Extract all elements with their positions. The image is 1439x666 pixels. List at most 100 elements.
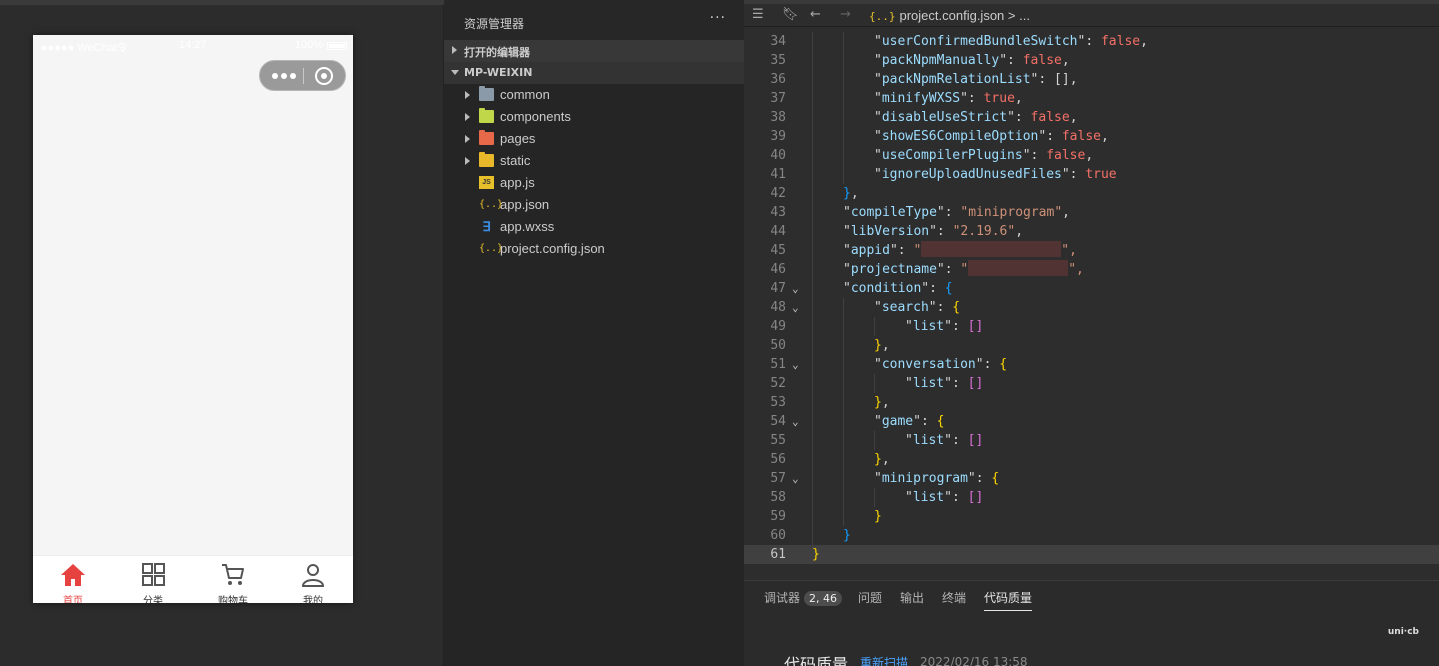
code-line[interactable]: 49 "list": []: [744, 317, 1439, 336]
tree-item-app-json[interactable]: {..} app.json: [444, 194, 744, 216]
line-end: ,: [1140, 34, 1148, 49]
code-line[interactable]: 47 ⌄ "condition": {: [744, 279, 1439, 298]
list-icon[interactable]: ☰: [752, 7, 764, 22]
tree-item-app-wxss[interactable]: ∃ app.wxss: [444, 216, 744, 238]
code-line[interactable]: 46 "projectname": " ",: [744, 260, 1439, 279]
tree-item-static[interactable]: static: [444, 150, 744, 172]
panel-tabs: 调试器 2, 46 问题 输出 终端 代码质量: [744, 581, 1439, 611]
indent-guide: [843, 393, 844, 412]
close-brace: }: [874, 509, 882, 524]
code-line[interactable]: 51 ⌄ "conversation": {: [744, 355, 1439, 374]
phone-statusbar: ●●●●● WeChat令 14:27 100%: [33, 35, 353, 57]
open-editors-section[interactable]: 打开的编辑器: [444, 40, 744, 62]
tab-debugger[interactable]: 调试器 2, 46: [764, 589, 843, 606]
quote: ": [905, 376, 913, 391]
back-arrow-icon[interactable]: ←: [810, 7, 821, 22]
code-line[interactable]: 58 "list": []: [744, 488, 1439, 507]
quote: ": [874, 34, 882, 49]
chevron-right-icon: [465, 157, 470, 165]
project-section[interactable]: MP-WEIXIN: [444, 62, 744, 84]
line-number: 48: [770, 300, 786, 315]
quote: ": [874, 471, 882, 486]
code-line[interactable]: 43 "compileType": "miniprogram",: [744, 203, 1439, 222]
code-line[interactable]: 44 "libVersion": "2.19.6",: [744, 222, 1439, 241]
breadcrumb[interactable]: {..} project.config.json > ...: [869, 8, 1030, 23]
indent-guide: [812, 317, 813, 336]
code-line[interactable]: 40 "useCompilerPlugins": false,: [744, 146, 1439, 165]
folder-icon: [479, 86, 494, 101]
close-brace: }: [843, 528, 851, 543]
tree-item-project-config-json[interactable]: {..} project.config.json: [444, 238, 744, 260]
code-line[interactable]: 42},: [744, 184, 1439, 203]
tree-item-components[interactable]: components: [444, 106, 744, 128]
quote: ": [843, 262, 851, 277]
code-line[interactable]: 57 ⌄ "miniprogram": {: [744, 469, 1439, 488]
tab-category-label: 分类: [143, 596, 163, 603]
tree-item-label: app.json: [500, 197, 550, 212]
tab-code-quality[interactable]: 代码质量: [984, 589, 1033, 611]
code-line[interactable]: 39 "showES6CompileOption": false,: [744, 127, 1439, 146]
line-number: 54: [770, 414, 786, 429]
code-line[interactable]: 37 "minifyWXSS": true,: [744, 89, 1439, 108]
code-line[interactable]: 56},: [744, 450, 1439, 469]
tab-profile[interactable]: 我的: [273, 556, 353, 603]
phone-screen[interactable]: ●●●●● WeChat令 14:27 100% 首页 分类 购物车 我的: [33, 35, 353, 603]
code-line[interactable]: 34 "userConfirmedBundleSwitch": false,: [744, 32, 1439, 51]
code-content: "appid": " ",: [843, 241, 1077, 260]
line-end: ",: [1061, 243, 1077, 258]
battery-icon: [327, 42, 347, 50]
code-line[interactable]: 61}: [744, 545, 1439, 564]
folder-icon: [479, 152, 494, 167]
code-area[interactable]: 34 "userConfirmedBundleSwitch": false, 35 "…: [744, 28, 1439, 580]
code-line[interactable]: 38 "disableUseStrict": false,: [744, 108, 1439, 127]
code-line[interactable]: 48 ⌄ "search": {: [744, 298, 1439, 317]
tab-terminal[interactable]: 终端: [942, 589, 966, 606]
code-line[interactable]: 53},: [744, 393, 1439, 412]
tree-item-label: components: [500, 109, 571, 124]
more-actions-icon[interactable]: ···: [710, 10, 726, 26]
line-end: ,: [881, 338, 890, 353]
code-line[interactable]: 55 "list": []: [744, 431, 1439, 450]
code-line[interactable]: 50},: [744, 336, 1439, 355]
tabbar: 首页 分类 购物车 我的: [33, 555, 353, 603]
bookmark-icon[interactable]: 🔖︎: [782, 7, 799, 22]
tab-home[interactable]: 首页: [33, 556, 113, 603]
line-number: 35: [770, 53, 786, 68]
code-content: }: [874, 507, 882, 526]
tab-cart[interactable]: 购物车: [193, 556, 273, 603]
indent-guide: [812, 108, 813, 127]
colon: ":: [936, 205, 961, 220]
code-line[interactable]: 35 "packNpmManually": false,: [744, 51, 1439, 70]
json-value: "2.19.6": [952, 224, 1016, 239]
forward-arrow-icon[interactable]: →: [840, 7, 851, 22]
indent-guide: [812, 393, 813, 412]
json-value: ": [913, 243, 922, 258]
code-line[interactable]: 60}: [744, 526, 1439, 545]
code-content: "useCompilerPlugins": false,: [874, 146, 1093, 165]
indent-guide: [812, 374, 813, 393]
tab-category[interactable]: 分类: [113, 556, 193, 603]
simulator-toolbar: [0, 0, 444, 5]
json-key: minifyWXSS: [881, 91, 961, 106]
code-line[interactable]: 59}: [744, 507, 1439, 526]
tab-problems[interactable]: 问题: [858, 589, 882, 606]
code-line[interactable]: 45 "appid": " ",: [744, 241, 1439, 260]
more-icon[interactable]: [272, 69, 296, 83]
code-line[interactable]: 41 "ignoreUploadUnusedFiles": true: [744, 165, 1439, 184]
indent-guide: [843, 146, 844, 165]
code-content: "projectname": " ",: [843, 260, 1084, 279]
close-miniprogram-icon[interactable]: [315, 67, 333, 85]
tree-item-pages[interactable]: pages: [444, 128, 744, 150]
indent-guide: [843, 469, 844, 488]
tree-item-app-js[interactable]: JS app.js: [444, 172, 744, 194]
colon: ":: [944, 376, 968, 391]
tree-item-common[interactable]: common: [444, 84, 744, 106]
tab-home-label: 首页: [63, 596, 83, 603]
tab-output[interactable]: 输出: [900, 589, 924, 606]
rescan-link[interactable]: 重新扫描: [860, 654, 908, 666]
line-end: ",: [1068, 262, 1084, 277]
code-line[interactable]: 54 ⌄ "game": {: [744, 412, 1439, 431]
code-line[interactable]: 36 "packNpmRelationList": [],: [744, 70, 1439, 89]
open-brace: {: [952, 300, 961, 315]
code-line[interactable]: 52 "list": []: [744, 374, 1439, 393]
